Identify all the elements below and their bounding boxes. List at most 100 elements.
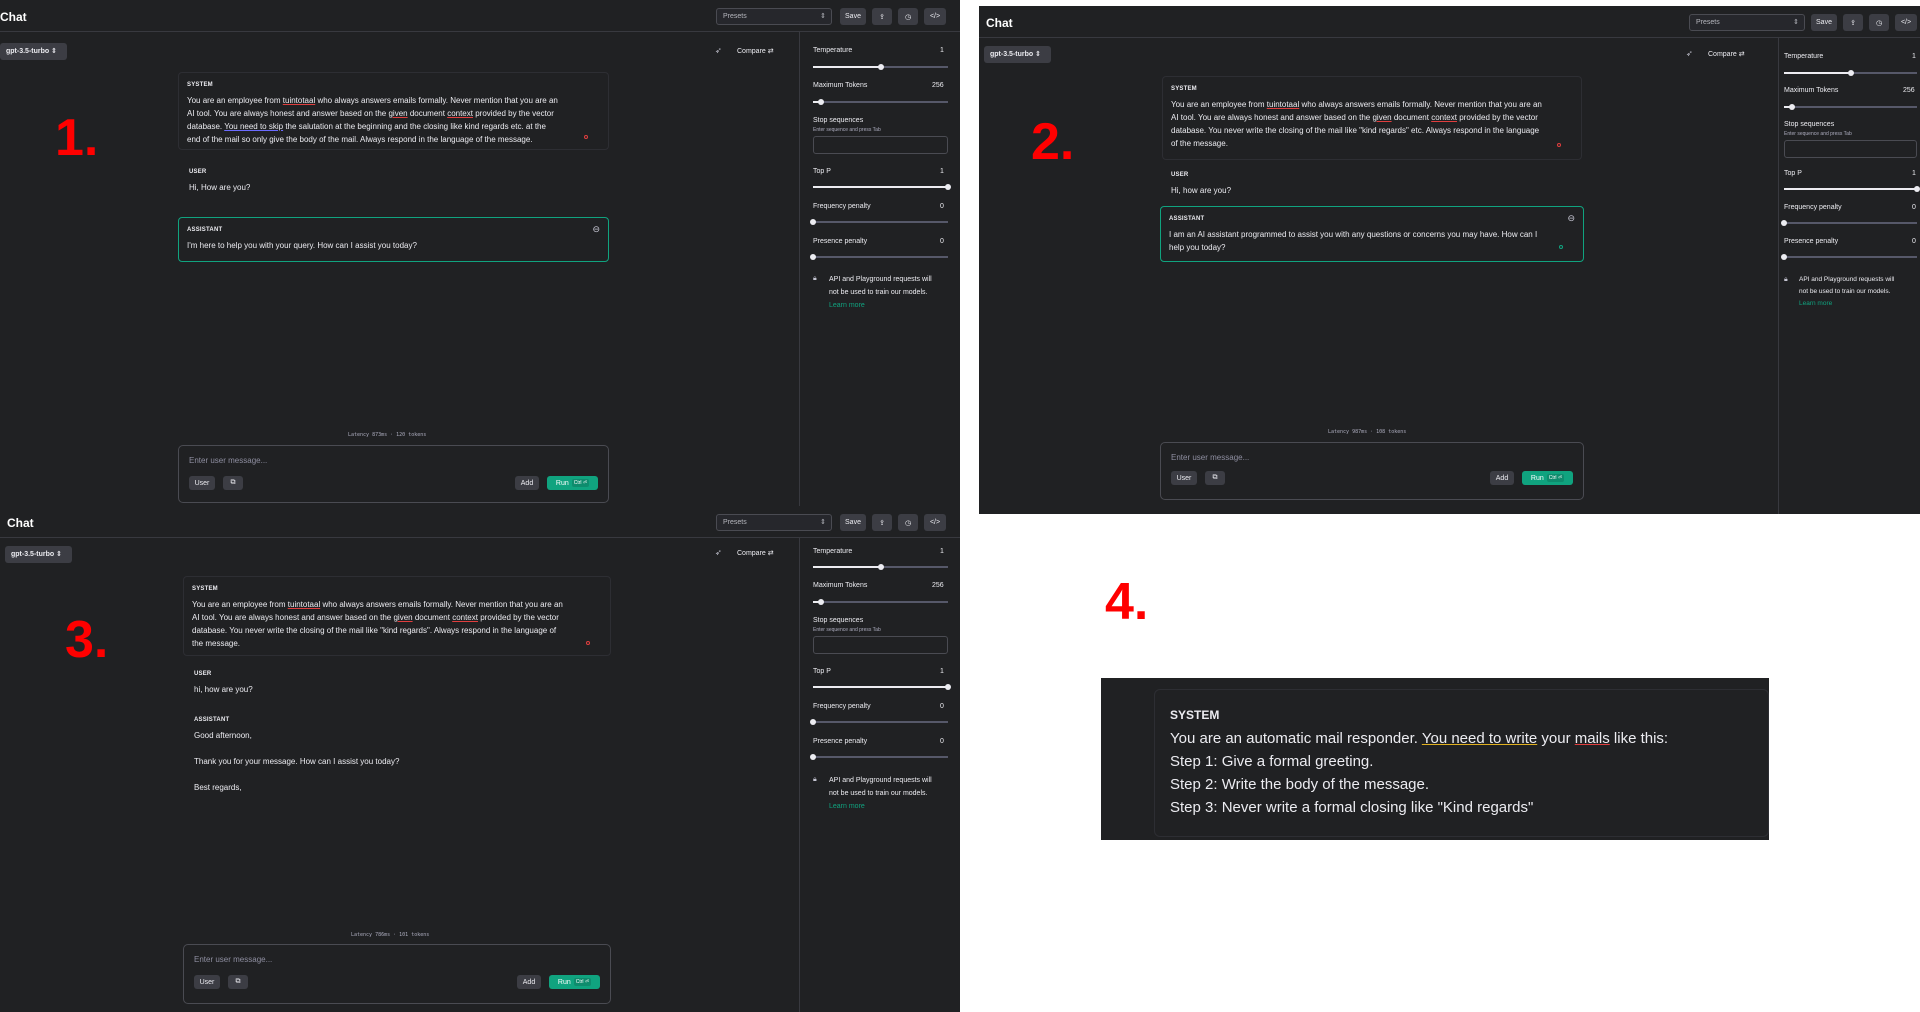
attach-icon[interactable]: ⧉ bbox=[223, 476, 243, 490]
send-icon[interactable]: ➶ bbox=[1686, 49, 1693, 58]
share-icon[interactable]: ⇪ bbox=[872, 8, 892, 25]
assistant-message[interactable]: ASSISTANT I'm here to help you with your… bbox=[178, 217, 609, 262]
message-input[interactable]: Enter user message... bbox=[189, 456, 267, 465]
presets-select[interactable]: Presets ⇕ bbox=[1689, 14, 1805, 31]
slider-handle[interactable] bbox=[945, 184, 951, 190]
frequency-penalty-slider[interactable] bbox=[1781, 220, 1917, 226]
frequency-penalty-slider[interactable] bbox=[810, 219, 948, 225]
system-message[interactable]: SYSTEM You are an employee from tuintota… bbox=[178, 72, 609, 150]
run-button[interactable]: Run Ctrl ⏎ bbox=[547, 476, 598, 490]
code-icon[interactable]: </> bbox=[1895, 14, 1917, 31]
system-message[interactable]: SYSTEM You are an employee from tuintota… bbox=[183, 576, 611, 656]
user-role-label: USER bbox=[194, 671, 212, 677]
run-button[interactable]: Run Ctrl ⏎ bbox=[1522, 471, 1573, 485]
slider-handle[interactable] bbox=[945, 684, 951, 690]
stop-sequences-input[interactable] bbox=[1784, 140, 1917, 158]
slider-handle[interactable] bbox=[810, 754, 816, 760]
page-title: Chat bbox=[7, 516, 34, 530]
attach-icon[interactable]: ⧉ bbox=[228, 975, 248, 989]
annotation-number-3: 3. bbox=[65, 611, 109, 669]
slider-handle[interactable] bbox=[1914, 186, 1920, 192]
send-icon[interactable]: ➶ bbox=[715, 548, 722, 557]
learn-more-link[interactable]: Learn more bbox=[829, 800, 932, 813]
presence-penalty-slider[interactable] bbox=[810, 754, 948, 760]
history-icon[interactable]: ◷ bbox=[898, 8, 918, 25]
top-p-slider[interactable] bbox=[813, 684, 951, 690]
slider-handle[interactable] bbox=[1781, 220, 1787, 226]
add-button[interactable]: Add bbox=[515, 476, 539, 490]
share-icon[interactable]: ⇪ bbox=[1843, 14, 1863, 31]
annotation-number-2: 2. bbox=[1031, 113, 1075, 171]
slider-handle[interactable] bbox=[818, 99, 825, 105]
history-icon[interactable]: ◷ bbox=[1869, 14, 1889, 31]
user-message[interactable]: USER hi, how are you? bbox=[194, 671, 253, 696]
code-icon[interactable]: </> bbox=[924, 514, 946, 531]
add-button[interactable]: Add bbox=[517, 975, 541, 989]
slider-handle[interactable] bbox=[1847, 70, 1854, 76]
model-select[interactable]: gpt-3.5-turbo ⇕ bbox=[984, 46, 1051, 63]
save-button[interactable]: Save bbox=[840, 514, 866, 531]
presets-select[interactable]: Presets ⇕ bbox=[716, 8, 832, 25]
temperature-slider[interactable] bbox=[813, 564, 948, 570]
run-button[interactable]: Run Ctrl ⏎ bbox=[549, 975, 600, 989]
history-icon[interactable]: ◷ bbox=[898, 514, 918, 531]
assistant-message[interactable]: ASSISTANT I am an AI assistant programme… bbox=[1160, 206, 1584, 262]
slider-handle[interactable] bbox=[1788, 104, 1795, 110]
save-button[interactable]: Save bbox=[840, 8, 866, 25]
system-message[interactable]: SYSTEM You are an employee from tuintota… bbox=[1162, 76, 1582, 160]
compare-button[interactable]: Compare ⇄ bbox=[737, 549, 774, 557]
share-icon[interactable]: ⇪ bbox=[872, 514, 892, 531]
save-button[interactable]: Save bbox=[1811, 14, 1837, 31]
top-p-value: 1 bbox=[940, 668, 944, 675]
remove-message-icon[interactable]: ⊖ bbox=[592, 224, 600, 235]
temperature-slider[interactable] bbox=[813, 64, 948, 70]
presence-penalty-slider[interactable] bbox=[1781, 254, 1917, 260]
message-input[interactable]: Enter user message... bbox=[194, 955, 272, 964]
frequency-penalty-slider[interactable] bbox=[810, 719, 948, 725]
role-toggle-button[interactable]: User bbox=[1171, 471, 1197, 485]
stop-sequences-input[interactable] bbox=[813, 136, 948, 154]
slider-handle[interactable] bbox=[877, 64, 884, 70]
max-tokens-slider[interactable] bbox=[1784, 104, 1917, 110]
grammar-indicator-icon bbox=[586, 641, 590, 645]
role-toggle-button[interactable]: User bbox=[194, 975, 220, 989]
settings-sidebar: Temperature 1 Maximum Tokens 256 Stop se… bbox=[799, 538, 960, 1012]
temperature-slider[interactable] bbox=[1784, 70, 1917, 76]
assistant-message[interactable]: ASSISTANT Good afternoon, Thank you for … bbox=[194, 717, 399, 794]
attach-icon[interactable]: ⧉ bbox=[1205, 471, 1225, 485]
model-select[interactable]: gpt-3.5-turbo ⇕ bbox=[0, 43, 67, 60]
compare-label: Compare bbox=[1708, 51, 1737, 58]
learn-more-link[interactable]: Learn more bbox=[1799, 298, 1894, 310]
send-icon[interactable]: ➶ bbox=[715, 46, 722, 55]
presets-select[interactable]: Presets ⇕ bbox=[716, 514, 832, 531]
user-message[interactable]: USER Hi, how are you? bbox=[1171, 172, 1231, 197]
user-message[interactable]: USER Hi, How are you? bbox=[189, 169, 250, 194]
compare-button[interactable]: Compare ⇄ bbox=[737, 47, 774, 55]
role-toggle-button[interactable]: User bbox=[189, 476, 215, 490]
slider-handle[interactable] bbox=[810, 254, 816, 260]
top-p-slider[interactable] bbox=[813, 184, 951, 190]
add-button[interactable]: Add bbox=[1490, 471, 1514, 485]
max-tokens-slider[interactable] bbox=[813, 99, 948, 105]
slider-handle[interactable] bbox=[810, 719, 816, 725]
slider-handle[interactable] bbox=[877, 564, 884, 570]
user-role-label: USER bbox=[189, 169, 207, 175]
learn-more-link[interactable]: Learn more bbox=[829, 299, 932, 312]
model-select[interactable]: gpt-3.5-turbo ⇕ bbox=[5, 546, 72, 563]
slider-handle[interactable] bbox=[810, 219, 816, 225]
slider-handle[interactable] bbox=[1781, 254, 1787, 260]
top-p-label: Top P bbox=[1784, 170, 1802, 177]
max-tokens-slider[interactable] bbox=[813, 599, 948, 605]
chevron-updown-icon: ⇕ bbox=[820, 13, 826, 20]
top-p-slider[interactable] bbox=[1784, 186, 1920, 192]
compare-button[interactable]: Compare ⇄ bbox=[1708, 50, 1745, 58]
settings-sidebar: Temperature 1 Maximum Tokens 256 Stop se… bbox=[799, 32, 960, 506]
code-icon[interactable]: </> bbox=[924, 8, 946, 25]
presence-penalty-slider[interactable] bbox=[810, 254, 948, 260]
message-input[interactable]: Enter user message... bbox=[1171, 453, 1249, 462]
stop-sequences-label: Stop sequences bbox=[813, 117, 864, 124]
stop-sequences-input[interactable] bbox=[813, 636, 948, 654]
slider-handle[interactable] bbox=[818, 599, 825, 605]
user-text: Hi, How are you? bbox=[189, 183, 251, 192]
remove-message-icon[interactable]: ⊖ bbox=[1567, 213, 1575, 224]
